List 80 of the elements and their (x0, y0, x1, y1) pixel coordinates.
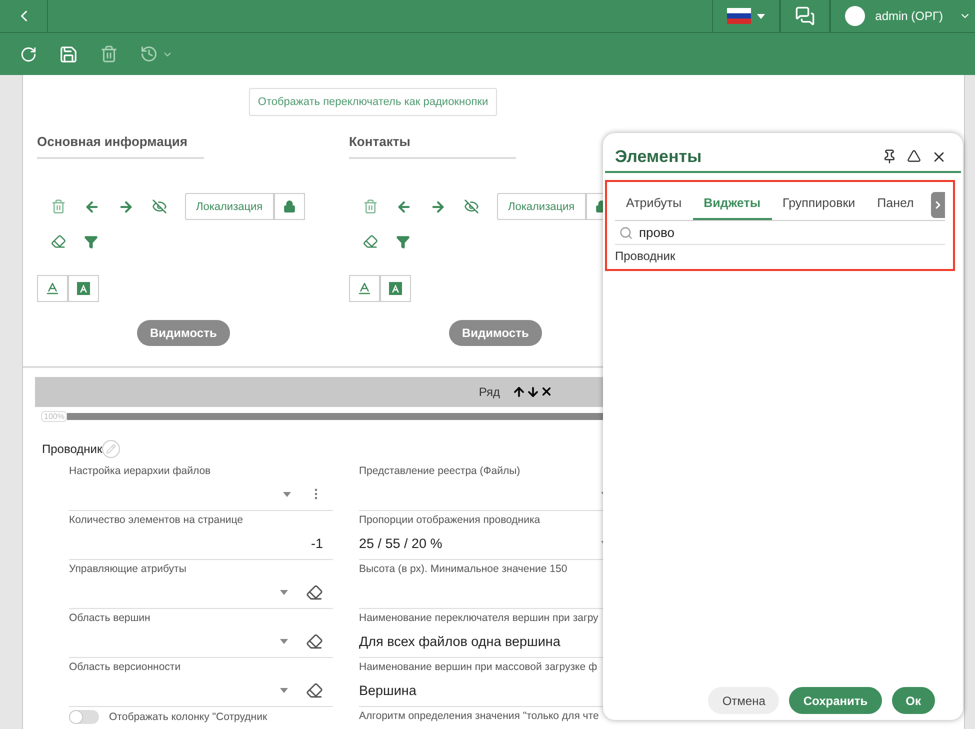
avatar-icon (845, 6, 866, 26)
eraser-icon[interactable] (306, 632, 323, 650)
save-icon[interactable] (59, 44, 78, 64)
localization-button[interactable]: Локализация (497, 193, 586, 220)
dropdown-caret-icon (280, 688, 288, 692)
field-label: Наименование вершин при массовой загрузке ф (359, 660, 598, 674)
eraser-icon[interactable] (306, 682, 323, 698)
field-value: Вершина (359, 682, 418, 698)
arrow-left-icon[interactable] (84, 198, 100, 214)
field-label: Область версионности (69, 660, 182, 674)
caret-icon (757, 14, 766, 18)
primary-button[interactable]: Сохранить (789, 687, 882, 714)
toggle-switch[interactable] (69, 710, 99, 724)
arrow-right-icon[interactable] (118, 198, 134, 214)
trash-icon[interactable] (51, 199, 66, 214)
lock-button[interactable] (274, 193, 305, 220)
input-field[interactable]: -1 (69, 527, 333, 560)
field-label: Пропорции отображения проводника (359, 513, 542, 527)
tab[interactable]: Атрибуты (615, 190, 693, 220)
field-label: Алгоритм определения значения "только для чте (359, 709, 600, 723)
underlined-letter-icon (357, 281, 372, 296)
refresh-icon[interactable] (20, 46, 37, 62)
dropdown-caret-icon (283, 492, 291, 496)
arrow-right-icon[interactable] (430, 198, 446, 214)
field-label: Область вершин (69, 611, 152, 625)
next-tabs-button[interactable] (931, 192, 945, 218)
trash-icon[interactable] (100, 45, 118, 63)
cancel-button[interactable]: Отмена (708, 687, 780, 714)
chat-icon[interactable] (795, 6, 816, 26)
eye-off-icon[interactable] (464, 199, 479, 214)
result-item[interactable]: Проводник (615, 245, 945, 263)
close-icon[interactable] (540, 385, 553, 398)
field-label: Управляющие атрибуты (69, 562, 188, 576)
row-label: Ряд (478, 385, 500, 399)
tab[interactable]: Панел (866, 190, 925, 220)
eraser-icon[interactable] (51, 234, 66, 249)
search-icon (619, 226, 633, 240)
underline-text-button[interactable] (349, 275, 380, 302)
underline-text-button[interactable] (37, 275, 68, 302)
field-label: Настройка иерархии файлов (69, 464, 212, 478)
user-name[interactable]: admin (ОРГ) (875, 9, 943, 23)
field-label: Представление реестра (Файлы) (359, 464, 522, 478)
move-up-icon[interactable] (512, 385, 526, 399)
field-value: -1 (310, 536, 323, 550)
flag-icon (727, 8, 752, 24)
history-icon[interactable] (140, 45, 158, 63)
field-value: 25 / 55 / 20 % (359, 536, 444, 550)
dropdown-caret-icon (280, 590, 288, 594)
toggle-knob (69, 710, 83, 724)
letter-a-icon (389, 282, 402, 295)
eraser-icon[interactable] (363, 234, 378, 249)
pin-icon[interactable] (882, 149, 897, 164)
triangle-icon[interactable] (907, 149, 921, 163)
tab[interactable]: Виджеты (692, 190, 772, 220)
text-color-button[interactable] (68, 275, 99, 302)
primary-button[interactable]: Ок (892, 687, 935, 714)
field-label: Количество элементов на странице (69, 513, 244, 527)
dialog-title: Элементы (615, 147, 703, 167)
filter-icon[interactable] (396, 234, 410, 248)
pencil-icon (106, 444, 116, 454)
eraser-icon[interactable] (306, 584, 323, 600)
letter-a-icon (77, 282, 90, 295)
eye-off-icon[interactable] (152, 199, 167, 214)
language-selector[interactable] (712, 0, 780, 32)
field-label: Наименование переключателя вершин при загру (359, 611, 600, 625)
trash-icon[interactable] (363, 199, 378, 214)
text-color-button[interactable] (380, 275, 411, 302)
widget-title: Проводник (42, 442, 102, 456)
field-label: Высота (в px). Минимальное значение 150 (359, 562, 568, 576)
move-down-icon[interactable] (526, 385, 540, 399)
underlined-letter-icon (45, 281, 60, 296)
dropdown-caret-icon (280, 638, 288, 644)
tab[interactable]: Группировки (772, 190, 866, 220)
field-value: Для всех файлов одна вершина (359, 634, 562, 648)
localization-button[interactable]: Локализация (185, 193, 274, 220)
arrow-left-icon[interactable] (396, 198, 412, 214)
filter-icon[interactable] (84, 234, 98, 248)
section-title: Контакты (349, 134, 516, 159)
toggle-label: Отображать колонку "Сотрудник (109, 711, 268, 723)
section-title: Основная информация (37, 134, 204, 159)
